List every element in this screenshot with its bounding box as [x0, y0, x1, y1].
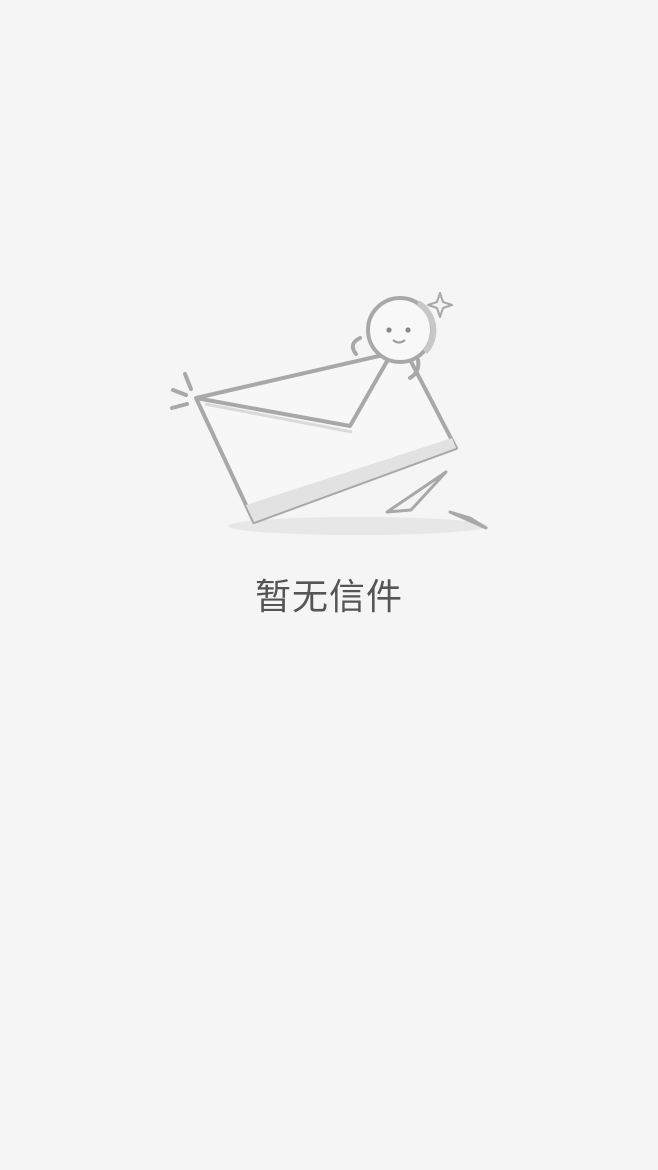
motion-lines-icon — [170, 372, 193, 410]
paper-fragment-large — [385, 470, 448, 514]
empty-message: 暂无信件 — [254, 577, 403, 618]
empty-state: 暂无信件 — [0, 0, 658, 1170]
shadow-shape — [228, 517, 488, 535]
envelope-with-smiley-icon — [170, 292, 488, 535]
